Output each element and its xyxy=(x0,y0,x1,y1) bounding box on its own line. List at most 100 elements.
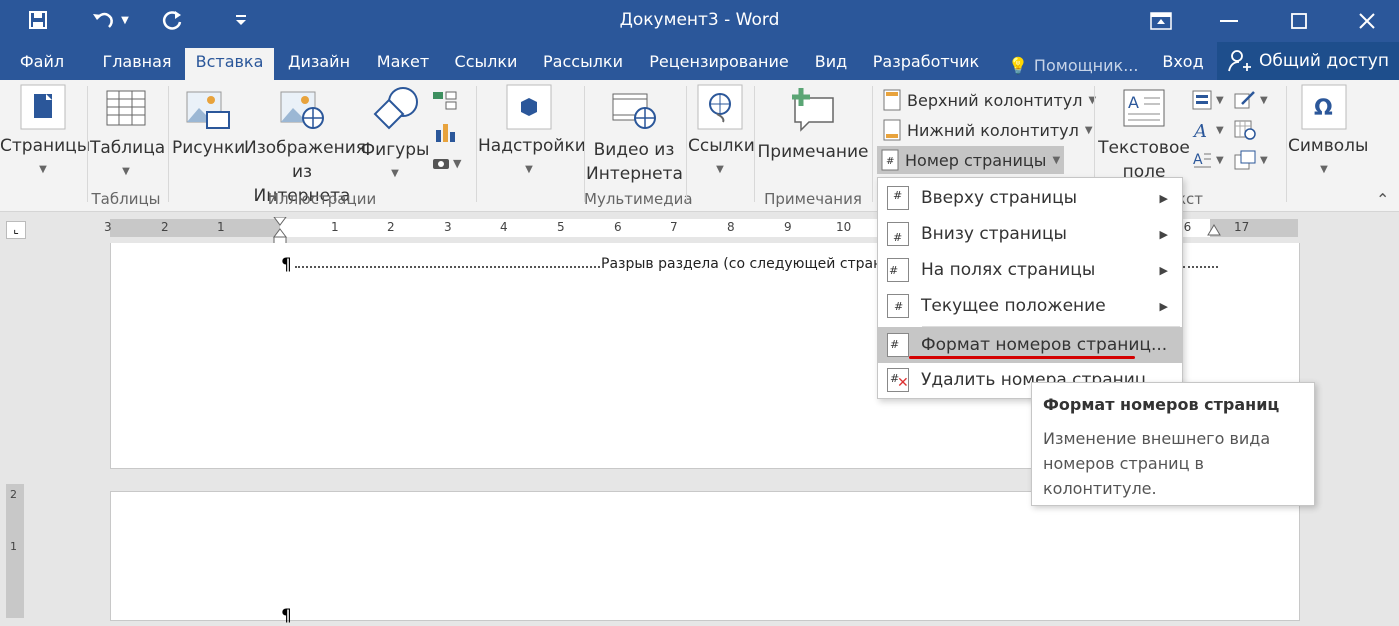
comment-button[interactable]: Примечание xyxy=(756,88,870,164)
chevron-down-icon: ▼ xyxy=(39,164,47,175)
sign-in-link[interactable]: Вход xyxy=(1156,48,1210,80)
pictures-button[interactable]: Рисунки xyxy=(172,90,246,160)
ruler-number: 6 xyxy=(614,220,622,234)
menu-item-page-margins[interactable]: # На полях страницы ▶ xyxy=(878,252,1182,288)
tab-home[interactable]: Главная xyxy=(96,48,178,80)
chevron-down-icon: ▼ xyxy=(1088,94,1097,106)
tab-stop-selector[interactable]: ⌞ xyxy=(6,221,26,239)
vertical-ruler[interactable]: 2 1 xyxy=(6,484,24,618)
media-group-label: Мультимедиа xyxy=(584,190,693,208)
header-button[interactable]: Верхний колонтитул ▼ xyxy=(879,86,1100,114)
chart-icon[interactable] xyxy=(434,120,458,142)
close-icon[interactable] xyxy=(1333,0,1399,42)
ribbon-display-icon[interactable] xyxy=(1127,0,1195,42)
tab-review[interactable]: Рецензирование xyxy=(644,48,794,80)
ruler-number: 5 xyxy=(557,220,565,234)
maximize-icon[interactable] xyxy=(1265,0,1333,42)
pilcrow-mark: ¶ xyxy=(281,606,292,626)
symbols-button[interactable]: Ω Символы ▼ xyxy=(1288,84,1368,182)
comments-group-label: Примечания xyxy=(764,190,862,208)
share-person-icon xyxy=(1228,50,1251,72)
online-video-button[interactable]: Видео из Интернета xyxy=(586,88,683,186)
tab-references[interactable]: Ссылки xyxy=(450,48,522,80)
tab-developer[interactable]: Разработчик xyxy=(866,48,986,80)
page-number-icon: # xyxy=(887,294,909,318)
date-time-button[interactable] xyxy=(1234,118,1260,142)
ruler-number: 3 xyxy=(444,220,452,234)
online-pictures-label-1: Изображения xyxy=(244,138,367,158)
chevron-down-icon: ▼ xyxy=(1216,124,1224,136)
menu-item-bottom-of-page[interactable]: # Внизу страницы ▶ xyxy=(878,216,1182,252)
tab-mailings[interactable]: Рассылки xyxy=(538,48,628,80)
wordart-button[interactable]: A ▼ xyxy=(1192,118,1230,142)
tab-insert[interactable]: Вставка xyxy=(185,48,274,80)
document-page[interactable]: ¶ xyxy=(110,491,1300,626)
screenshot-button[interactable]: ▼ xyxy=(432,152,468,174)
format-page-numbers-icon: # xyxy=(887,333,909,357)
menu-item-current-position[interactable]: # Текущее положение ▶ xyxy=(878,288,1182,324)
tab-layout[interactable]: Макет xyxy=(370,48,436,80)
table-button[interactable]: Таблица ▼ xyxy=(90,90,165,184)
shapes-label: Фигуры xyxy=(360,140,430,160)
shapes-button[interactable]: Фигуры ▼ xyxy=(360,86,430,186)
pictures-label: Рисунки xyxy=(172,138,246,158)
video-label-2: Интернета xyxy=(586,164,683,184)
link-globe-icon xyxy=(697,84,743,130)
footer-icon xyxy=(883,119,901,141)
menu-item-label: Вверху страницы xyxy=(921,188,1078,208)
tell-me-search[interactable]: 💡 Помощник... xyxy=(1008,48,1142,80)
tab-view[interactable]: Вид xyxy=(810,48,852,80)
chevron-down-icon: ▼ xyxy=(391,168,399,179)
drop-cap-button[interactable]: A ▼ xyxy=(1192,148,1230,172)
object-button[interactable]: ▼ xyxy=(1234,148,1272,172)
textbox-icon: A xyxy=(1123,89,1165,127)
ruler-number: 4 xyxy=(500,220,508,234)
page-number-icon: # xyxy=(887,222,909,246)
textbox-button[interactable]: A Текстовое поле xyxy=(1098,88,1190,184)
chevron-down-icon: ▼ xyxy=(716,164,724,175)
menu-item-top-of-page[interactable]: # Вверху страницы ▶ xyxy=(878,180,1182,216)
ruler-number: 17 xyxy=(1234,220,1250,234)
lightbulb-icon: 💡 xyxy=(1008,55,1028,75)
header-label: Верхний колонтитул xyxy=(907,90,1083,110)
tab-file[interactable]: Файл xyxy=(0,48,84,80)
comment-icon xyxy=(792,88,834,132)
indent-marker-icon[interactable] xyxy=(272,217,288,245)
chevron-down-icon: ▼ xyxy=(1260,154,1268,166)
tab-design[interactable]: Дизайн xyxy=(282,48,356,80)
footer-label: Нижний колонтитул xyxy=(907,120,1079,140)
group-divider xyxy=(686,86,687,202)
smartart-icon[interactable] xyxy=(432,90,458,110)
chevron-down-icon: ▼ xyxy=(525,164,533,175)
group-divider xyxy=(584,86,585,202)
page-number-icon: # xyxy=(887,258,909,282)
screen-tip-title: Формат номеров страниц xyxy=(1043,395,1280,414)
footer-button[interactable]: Нижний колонтитул ▼ xyxy=(879,116,1097,144)
ruler-number: 2 xyxy=(10,488,17,501)
group-divider xyxy=(1286,86,1287,202)
pages-label: Страницы xyxy=(0,136,91,156)
object-icon xyxy=(1234,150,1256,170)
addins-button[interactable]: Надстройки ▼ xyxy=(478,84,586,182)
tell-me-label: Помощник... xyxy=(1033,55,1139,75)
chevron-down-icon: ▼ xyxy=(1320,164,1328,175)
minimize-icon[interactable] xyxy=(1195,0,1263,42)
page-number-menu: # Вверху страницы ▶ # Внизу страницы ▶ #… xyxy=(877,177,1183,399)
illustrations-group-label: Иллюстрации xyxy=(267,190,377,208)
ruler-number: 1 xyxy=(217,220,225,234)
table-icon xyxy=(106,90,146,126)
pages-button[interactable]: Страницы ▼ xyxy=(0,84,91,182)
links-button[interactable]: Ссылки ▼ xyxy=(688,84,755,182)
page-number-button[interactable]: # Номер страницы ▼ xyxy=(877,146,1065,174)
textbox-label-1: Текстовое xyxy=(1098,138,1190,158)
signature-line-button[interactable]: ▼ xyxy=(1234,88,1272,112)
quick-parts-button[interactable]: ▼ xyxy=(1192,88,1230,112)
tables-group-label: Таблицы xyxy=(91,190,161,208)
share-button[interactable]: Общий доступ xyxy=(1217,42,1399,80)
collapse-ribbon-icon[interactable]: ⌃ xyxy=(1376,190,1389,209)
signature-icon xyxy=(1234,91,1255,109)
chevron-down-icon: ▼ xyxy=(1084,124,1093,136)
title-bar: ▼ Документ3 - Word xyxy=(0,0,1399,42)
menu-item-label: Текущее положение xyxy=(921,296,1106,316)
right-indent-marker-icon[interactable] xyxy=(1207,223,1221,237)
